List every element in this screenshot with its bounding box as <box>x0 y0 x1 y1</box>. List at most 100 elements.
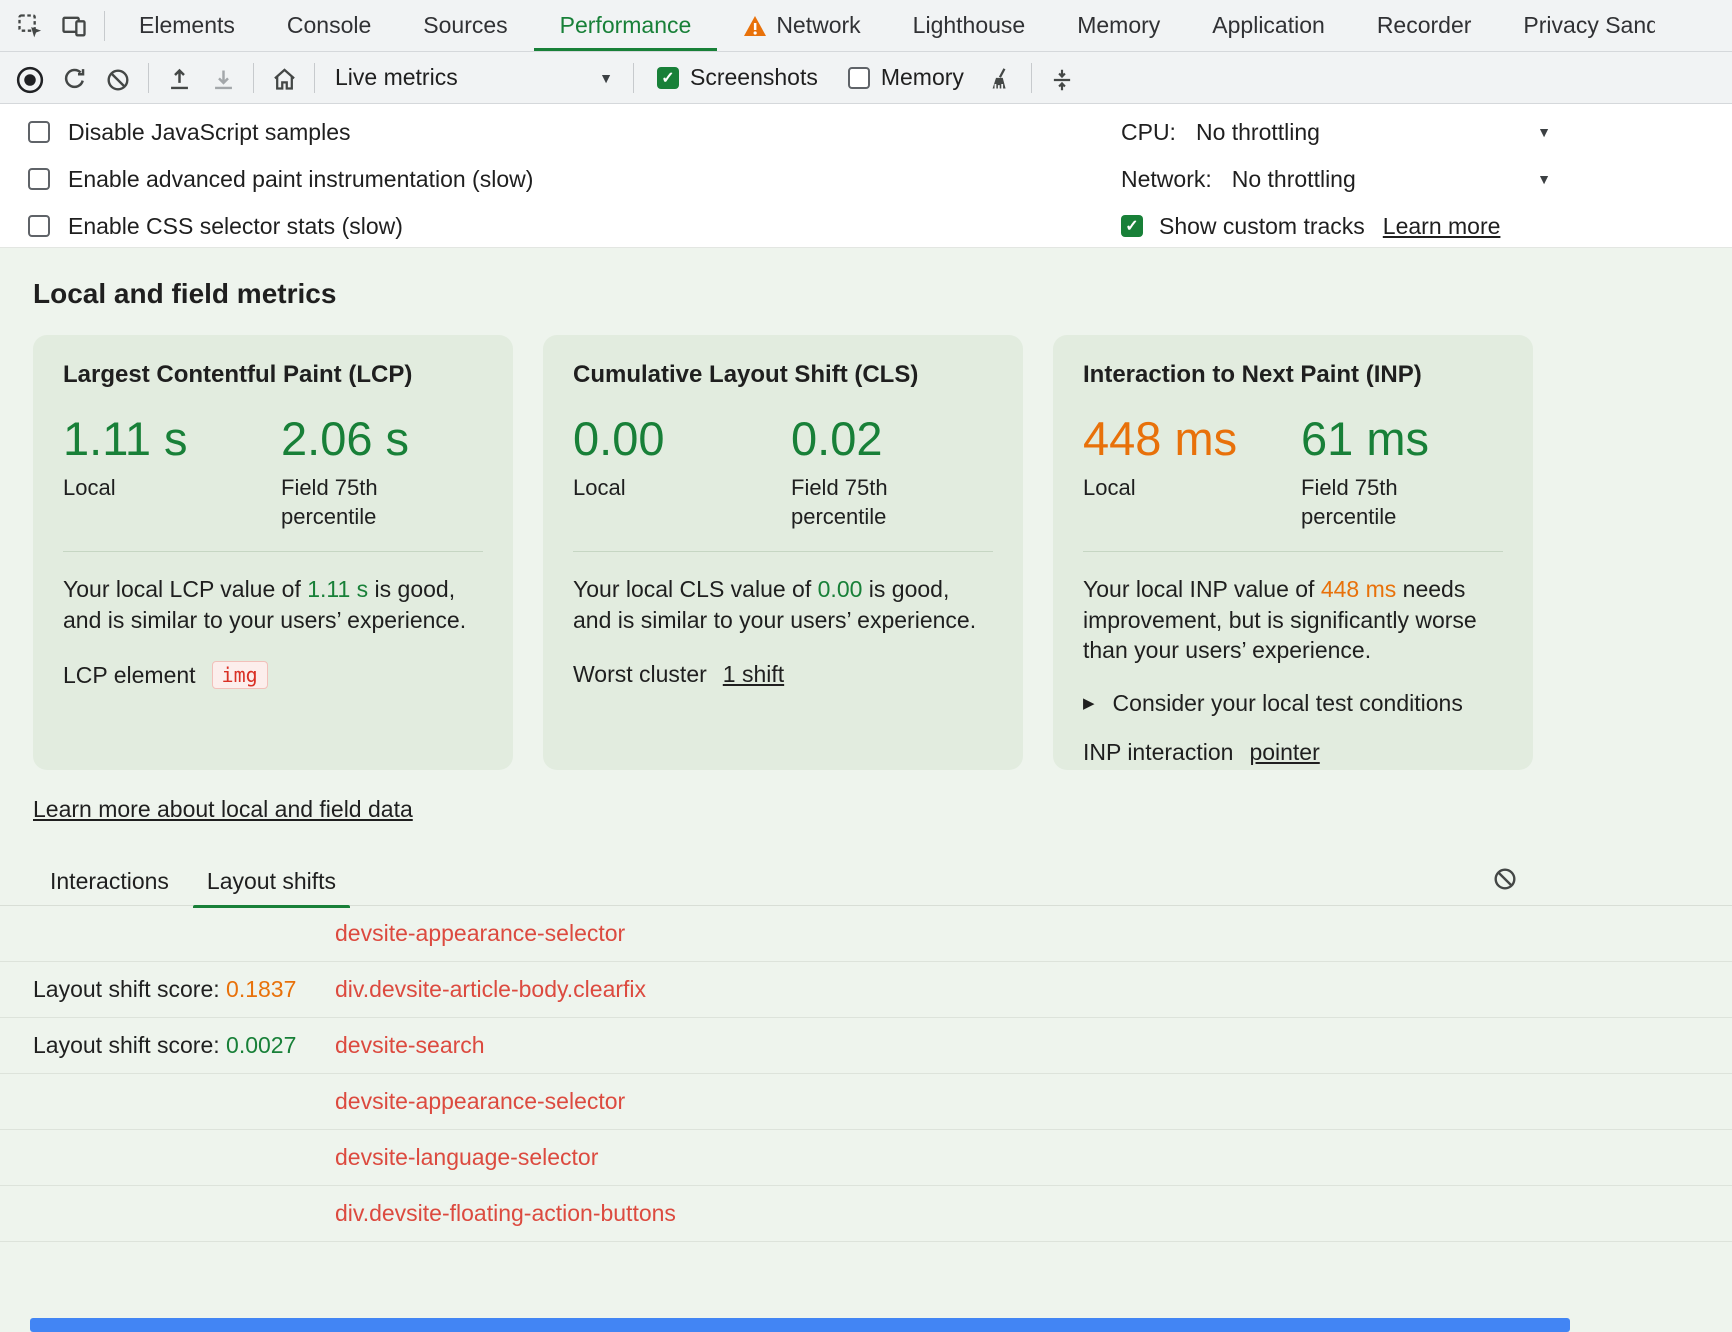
tab-elements[interactable]: Elements <box>113 0 261 51</box>
inp-field-value: 61 ms <box>1301 411 1503 466</box>
local-test-conditions-expander[interactable]: ▶ Consider your local test conditions <box>1083 690 1503 717</box>
element-node-link[interactable]: div.devsite-article-body.clearfix <box>335 976 646 1003</box>
cpu-throttling-value: No throttling <box>1196 119 1320 146</box>
inspect-element-button[interactable] <box>8 4 52 48</box>
layout-shift-row[interactable]: div.devsite-floating-action-buttons <box>0 1186 1732 1242</box>
lcp-field-block: 2.06 s Field 75th percentile <box>281 411 483 531</box>
layout-shift-score: Layout shift score: 0.0027 <box>33 1032 335 1059</box>
inp-card-title: Interaction to Next Paint (INP) <box>1083 361 1503 389</box>
element-node-link[interactable]: devsite-search <box>335 1032 485 1059</box>
tab-label: Interactions <box>50 868 169 894</box>
cpu-throttling-select[interactable]: CPU: No throttling ▼ <box>1121 112 1551 152</box>
layout-shift-row[interactable]: Layout shift score: 0.0027 devsite-searc… <box>0 1018 1732 1074</box>
divider <box>253 63 254 93</box>
tab-network[interactable]: Network <box>717 0 886 51</box>
collect-garbage-button[interactable] <box>979 58 1023 102</box>
cpu-label: CPU: <box>1121 119 1176 146</box>
inp-inline-value: 448 ms <box>1321 576 1396 602</box>
performance-toolbar: Live metrics ▼ ✓ Screenshots Memory <box>0 52 1732 104</box>
load-profile-button[interactable] <box>157 58 201 102</box>
inp-local-block: 448 ms Local <box>1083 411 1301 531</box>
device-toolbar-button[interactable] <box>52 4 96 48</box>
cls-card: Cumulative Layout Shift (CLS) 0.00 Local… <box>543 335 1023 770</box>
show-custom-tracks-setting[interactable]: ✓ Show custom tracks Learn more <box>1121 206 1500 246</box>
inp-interaction-link[interactable]: pointer <box>1249 739 1319 766</box>
download-icon <box>210 66 237 93</box>
worst-cluster-label: Worst cluster <box>573 661 707 688</box>
tab-privacy-sandbox[interactable]: Privacy Sandbox <box>1497 0 1681 51</box>
layout-shift-row[interactable]: devsite-appearance-selector <box>0 906 1732 962</box>
element-node-link[interactable]: devsite-language-selector <box>335 1144 598 1171</box>
tab-interactions[interactable]: Interactions <box>36 864 183 907</box>
divider <box>1031 63 1032 93</box>
worst-cluster-shift-link[interactable]: 1 shift <box>723 661 784 688</box>
checkbox-checked-icon: ✓ <box>1121 215 1143 237</box>
clear-log-button[interactable] <box>1492 866 1518 892</box>
collapse-panel-button[interactable] <box>1040 58 1084 102</box>
bottom-highlight-bar <box>30 1318 1570 1332</box>
tab-application[interactable]: Application <box>1186 0 1351 51</box>
cls-card-title: Cumulative Layout Shift (CLS) <box>573 361 993 389</box>
record-button[interactable] <box>8 58 52 102</box>
cls-local-block: 0.00 Local <box>573 411 791 531</box>
chevron-down-icon: ▼ <box>1537 172 1551 186</box>
learn-more-local-field-link[interactable]: Learn more about local and field data <box>33 796 413 823</box>
tab-memory[interactable]: Memory <box>1051 0 1186 51</box>
expander-arrow-icon: ▶ <box>1083 694 1095 712</box>
element-node-link[interactable]: devsite-appearance-selector <box>335 1088 625 1115</box>
score-value: 0.1837 <box>226 976 296 1002</box>
capture-settings-panel: Disable JavaScript samples Enable advanc… <box>0 104 1732 248</box>
inp-field-block: 61 ms Field 75th percentile <box>1301 411 1503 531</box>
save-profile-button[interactable] <box>201 58 245 102</box>
tab-label: Privacy Sandbox <box>1523 12 1655 39</box>
live-metrics-home-button[interactable] <box>262 58 306 102</box>
record-and-reload-button[interactable] <box>52 58 96 102</box>
divider <box>573 551 993 552</box>
tab-lighthouse[interactable]: Lighthouse <box>887 0 1052 51</box>
lcp-description: Your local LCP value of 1.11 s is good, … <box>63 574 483 635</box>
tab-label: Sources <box>423 12 507 39</box>
lcp-values: 1.11 s Local 2.06 s Field 75th percentil… <box>63 411 483 531</box>
layout-shift-row[interactable]: Layout shift score: 0.1837 div.devsite-a… <box>0 962 1732 1018</box>
element-node-link[interactable]: devsite-appearance-selector <box>335 920 625 947</box>
local-and-field-metrics-heading: Local and field metrics <box>33 278 336 310</box>
layout-shift-row[interactable]: devsite-language-selector <box>0 1130 1732 1186</box>
tab-sources[interactable]: Sources <box>397 0 533 51</box>
cls-inline-value: 0.00 <box>818 576 863 602</box>
cls-local-value: 0.00 <box>573 411 791 466</box>
advanced-paint-setting[interactable]: Enable advanced paint instrumentation (s… <box>28 159 533 199</box>
memory-checkbox[interactable]: Memory <box>848 64 964 91</box>
divider <box>633 63 634 93</box>
tab-console[interactable]: Console <box>261 0 397 51</box>
history-select[interactable]: Live metrics ▼ <box>335 64 613 91</box>
checkbox-unchecked-icon <box>28 215 50 237</box>
element-node-link[interactable]: div.devsite-floating-action-buttons <box>335 1200 676 1227</box>
upload-icon <box>166 66 193 93</box>
tab-layout-shifts[interactable]: Layout shifts <box>193 864 350 907</box>
tab-label: Lighthouse <box>913 12 1026 39</box>
lcp-element-node-link[interactable]: img <box>212 661 268 689</box>
reload-icon <box>61 66 88 93</box>
show-custom-tracks-label: Show custom tracks <box>1159 213 1365 240</box>
divider <box>63 551 483 552</box>
garbage-broom-icon <box>987 66 1014 93</box>
layout-shift-row[interactable]: devsite-appearance-selector <box>0 1074 1732 1130</box>
tab-recorder[interactable]: Recorder <box>1351 0 1498 51</box>
lcp-local-value: 1.11 s <box>63 411 281 466</box>
tab-performance[interactable]: Performance <box>534 0 718 51</box>
lcp-card-title: Largest Contentful Paint (LCP) <box>63 361 483 389</box>
css-selector-stats-label: Enable CSS selector stats (slow) <box>68 213 403 240</box>
chevron-down-icon: ▼ <box>599 71 613 85</box>
network-throttling-value: No throttling <box>1232 166 1356 193</box>
disable-js-samples-setting[interactable]: Disable JavaScript samples <box>28 112 351 152</box>
css-selector-stats-setting[interactable]: Enable CSS selector stats (slow) <box>28 206 403 246</box>
tab-label: Performance <box>560 12 692 39</box>
description-text: Your local INP value of <box>1083 576 1321 602</box>
history-select-value: Live metrics <box>335 64 458 91</box>
record-icon <box>15 65 45 95</box>
screenshots-checkbox[interactable]: ✓ Screenshots <box>657 64 818 91</box>
devtools-tab-bar: Elements Console Sources Performance Net… <box>0 0 1732 52</box>
learn-more-link[interactable]: Learn more <box>1383 213 1501 240</box>
clear-button[interactable] <box>96 58 140 102</box>
network-throttling-select[interactable]: Network: No throttling ▼ <box>1121 159 1551 199</box>
